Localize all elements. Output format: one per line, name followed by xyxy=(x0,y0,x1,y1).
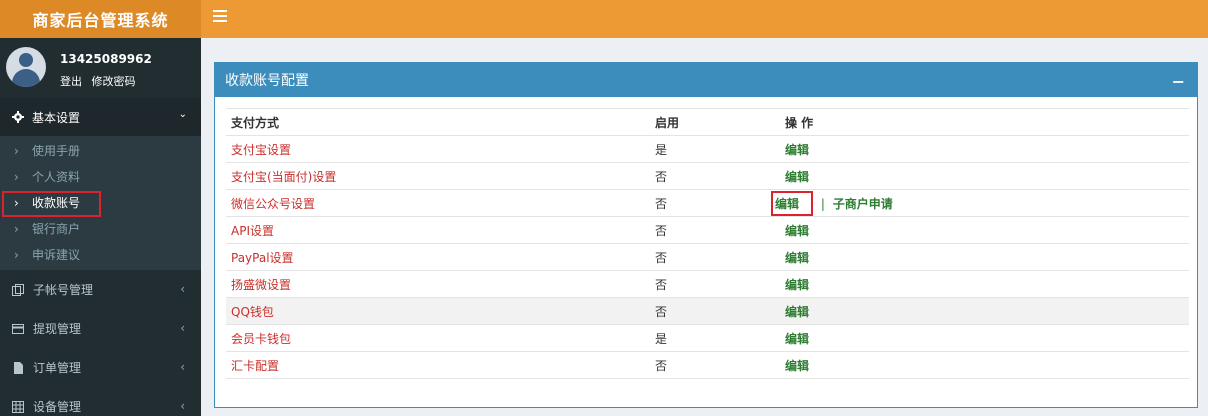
payment-method-link[interactable]: 支付宝设置 xyxy=(226,135,650,163)
enabled-value: 否 xyxy=(650,297,780,325)
user-name: 13425089962 xyxy=(60,52,152,66)
edit-link[interactable]: 编辑 xyxy=(785,143,809,157)
sidebar-section-basic-settings[interactable]: 基本设置 ⌄ xyxy=(0,98,201,136)
collapse-icon[interactable]: − xyxy=(1172,72,1185,91)
payment-methods-table: 支付方式 启用 操 作 支付宝设置 是 编辑 支付宝(当面付)设置 否 编辑 微… xyxy=(226,108,1189,379)
sidebar-item-label: 银行商户 xyxy=(32,222,81,236)
enabled-value: 否 xyxy=(650,216,780,244)
enabled-value: 否 xyxy=(650,351,780,379)
enabled-value: 否 xyxy=(650,162,780,190)
payment-method-link[interactable]: 微信公众号设置 xyxy=(226,189,650,217)
chevron-left-icon: ‹ xyxy=(180,321,185,335)
sidebar-item-label: 申诉建议 xyxy=(32,248,81,262)
enabled-value: 是 xyxy=(650,324,780,352)
change-password-link[interactable]: 修改密码 xyxy=(92,75,136,88)
file-icon xyxy=(14,361,23,374)
chevron-right-icon: › xyxy=(14,170,19,184)
table-icon xyxy=(12,400,24,413)
top-bar xyxy=(201,0,1208,38)
edit-link[interactable]: 编辑 xyxy=(785,332,809,346)
sidebar-item-withdrawals[interactable]: 提现管理 ‹ xyxy=(0,309,201,348)
sidebar-section-label: 基本设置 xyxy=(32,110,81,125)
brand-title: 商家后台管理系统 xyxy=(0,0,201,38)
table-row: 支付宝设置 是 编辑 xyxy=(226,135,1189,163)
table-row: 汇卡配置 否 编辑 xyxy=(226,351,1189,379)
enabled-value: 否 xyxy=(650,270,780,298)
menu-toggle-icon[interactable] xyxy=(213,10,227,26)
chevron-right-icon: › xyxy=(14,222,19,236)
user-panel: 13425089962 登出 修改密码 xyxy=(0,38,201,98)
column-header-enabled: 启用 xyxy=(650,108,780,136)
enabled-value: 否 xyxy=(650,189,780,217)
table-row: API设置 否 编辑 xyxy=(226,216,1189,244)
edit-link[interactable]: 编辑 xyxy=(775,197,799,211)
enabled-value: 否 xyxy=(650,243,780,271)
logout-link[interactable]: 登出 xyxy=(60,75,82,88)
edit-link[interactable]: 编辑 xyxy=(785,224,809,238)
sidebar-item-bank-merchant[interactable]: › 银行商户 xyxy=(0,216,201,242)
sidebar-item-payment-accounts[interactable]: › 收款账号 xyxy=(0,190,201,217)
payment-method-link[interactable]: 会员卡钱包 xyxy=(226,324,650,352)
chevron-right-icon: › xyxy=(14,248,19,262)
panel-header: 收款账号配置 − xyxy=(215,63,1197,97)
chevron-right-icon: › xyxy=(14,144,19,158)
column-header-method: 支付方式 xyxy=(226,108,650,136)
sidebar-item-sub-accounts[interactable]: 子帐号管理 ‹ xyxy=(0,270,201,309)
edit-link[interactable]: 编辑 xyxy=(785,305,809,319)
sidebar-item-label: 订单管理 xyxy=(33,361,82,375)
sidebar-item-profile[interactable]: › 个人资料 xyxy=(0,164,201,190)
sidebar-item-feedback[interactable]: › 申诉建议 xyxy=(0,242,201,268)
edit-link[interactable]: 编辑 xyxy=(785,278,809,292)
sidebar-item-manual[interactable]: › 使用手册 xyxy=(0,138,201,164)
sidebar-item-orders[interactable]: 订单管理 ‹ xyxy=(0,348,201,387)
highlight-box: 编辑 xyxy=(771,190,814,216)
payment-method-link[interactable]: 支付宝(当面付)设置 xyxy=(226,162,650,190)
payment-method-link[interactable]: 汇卡配置 xyxy=(226,351,650,379)
payment-config-panel: 收款账号配置 − 支付方式 启用 操 作 支付宝设置 是 编辑 支付宝(当面付)… xyxy=(214,62,1198,408)
avatar xyxy=(6,47,46,87)
enabled-value: 是 xyxy=(650,135,780,163)
table-row: 微信公众号设置 否 编辑 | 子商户申请 xyxy=(226,189,1189,217)
table-row: QQ钱包 否 编辑 xyxy=(226,297,1189,325)
table-header-row: 支付方式 启用 操 作 xyxy=(226,108,1189,136)
highlight-box xyxy=(2,191,101,217)
sidebar-item-label: 设备管理 xyxy=(33,400,82,414)
table-row: 支付宝(当面付)设置 否 编辑 xyxy=(226,162,1189,190)
table-row: 会员卡钱包 是 编辑 xyxy=(226,324,1189,352)
sidebar-item-devices[interactable]: 设备管理 ‹ xyxy=(0,387,201,416)
table-row: PayPal设置 否 编辑 xyxy=(226,243,1189,271)
edit-link[interactable]: 编辑 xyxy=(785,251,809,265)
chevron-down-icon: ⌄ xyxy=(178,109,187,120)
sidebar-item-label: 子帐号管理 xyxy=(33,283,94,297)
panel-title: 收款账号配置 xyxy=(225,73,309,89)
chevron-left-icon: ‹ xyxy=(180,282,185,296)
sub-merchant-apply-link[interactable]: 子商户申请 xyxy=(833,197,893,211)
sidebar-item-label: 使用手册 xyxy=(32,144,81,158)
payment-method-link[interactable]: PayPal设置 xyxy=(226,243,650,271)
gear-icon xyxy=(12,111,24,123)
payment-method-link[interactable]: 扬盛微设置 xyxy=(226,270,650,298)
column-header-actions: 操 作 xyxy=(780,108,1189,136)
sidebar: 13425089962 登出 修改密码 基本设置 ⌄ › 使用手册 › 个人资料 ›… xyxy=(0,38,201,416)
edit-link[interactable]: 编辑 xyxy=(785,359,809,373)
copy-icon xyxy=(12,283,24,296)
chevron-left-icon: ‹ xyxy=(180,399,185,413)
sidebar-item-label: 提现管理 xyxy=(33,322,82,336)
chevron-left-icon: ‹ xyxy=(180,360,185,374)
payment-method-link[interactable]: QQ钱包 xyxy=(226,297,650,325)
sidebar-item-label: 个人资料 xyxy=(32,170,81,184)
separator: | xyxy=(820,196,825,211)
table-row: 扬盛微设置 否 编辑 xyxy=(226,270,1189,298)
credit-card-icon xyxy=(12,323,24,334)
payment-method-link[interactable]: API设置 xyxy=(226,216,650,244)
submenu: › 使用手册 › 个人资料 › 收款账号 › 银行商户 › 申诉建议 xyxy=(0,136,201,270)
edit-link[interactable]: 编辑 xyxy=(785,170,809,184)
